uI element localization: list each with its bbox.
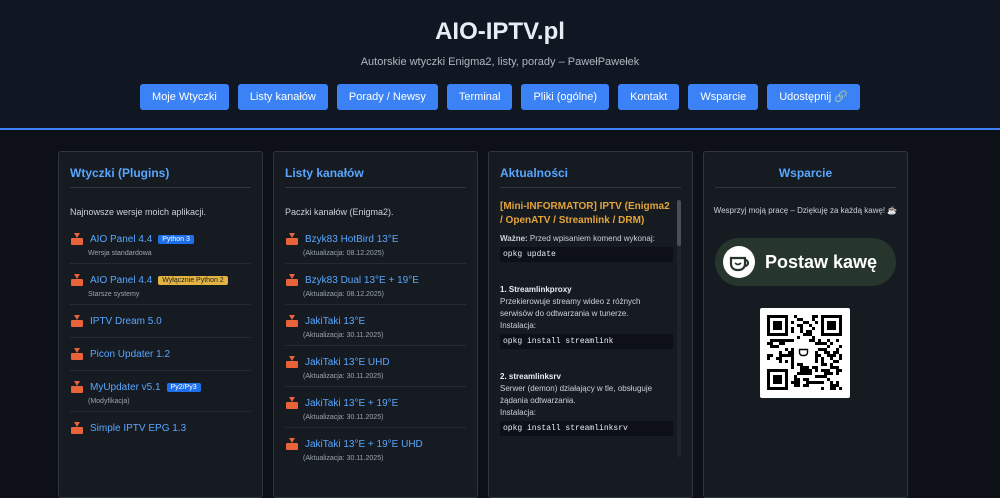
- list-item: JakiTaki 13°E + 19°E (Aktualizacja: 30.1…: [285, 395, 466, 428]
- news-card: Aktualności [Mini-INFORMATOR] IPTV (Enig…: [488, 151, 693, 498]
- news-section-title: 2. streamlinksrv: [500, 372, 561, 381]
- news-section-text: Serwer (demon) działający w tle, obsługu…: [500, 384, 653, 405]
- support-card: Wsparcie Wesprzyj moją pracę – Dziękuję …: [703, 151, 908, 498]
- channel-list-link[interactable]: JakiTaki 13°E: [305, 316, 365, 327]
- nav-terminal-button[interactable]: Terminal: [446, 84, 513, 110]
- plugins-list: AIO Panel 4.4 Python 3 Wersja standardow…: [70, 231, 251, 444]
- support-text: Wesprzyj moją pracę – Dziękuję za każdą …: [713, 206, 898, 215]
- news-scrollbar[interactable]: [677, 200, 681, 457]
- divider: [285, 187, 466, 188]
- important-label: Ważne:: [500, 234, 528, 243]
- nav-channel-lists-button[interactable]: Listy kanałów: [237, 84, 328, 110]
- nav-contact-button[interactable]: Kontakt: [618, 84, 680, 110]
- download-icon: [285, 397, 299, 409]
- list-item: Picon Updater 1.2: [70, 346, 251, 371]
- news-section-text: Przekierowuje streamy wideo z różnych se…: [500, 297, 641, 318]
- divider: [500, 187, 681, 188]
- list-item: Bzyk83 Dual 13°E + 19°E (Aktualizacja: 0…: [285, 272, 466, 305]
- item-subtitle: (Aktualizacja: 30.11.2025): [303, 332, 384, 339]
- plugin-link[interactable]: IPTV Dream 5.0: [90, 316, 162, 327]
- qr-code: [760, 308, 850, 398]
- news-headline: [Mini-INFORMATOR] IPTV (Enigma2 / OpenAT…: [500, 201, 670, 226]
- download-icon: [285, 315, 299, 327]
- channel-list-link[interactable]: JakiTaki 13°E + 19°E: [305, 398, 398, 409]
- plugin-link[interactable]: Simple IPTV EPG 1.3: [90, 423, 186, 434]
- list-item: IPTV Dream 5.0: [70, 313, 251, 338]
- channel-list-link[interactable]: Bzyk83 HotBird 13°E: [305, 234, 399, 245]
- item-subtitle: (Modyfikacja): [88, 398, 130, 405]
- list-item: JakiTaki 13°E (Aktualizacja: 30.11.2025): [285, 313, 466, 346]
- news-important: Ważne: Przed wpisaniem komend wykonaj:: [500, 233, 673, 245]
- list-item: JakiTaki 13°E + 19°E UHD (Aktualizacja: …: [285, 436, 466, 468]
- download-icon: [285, 274, 299, 286]
- download-icon: [70, 422, 84, 434]
- list-item: MyUpdater v5.1 Py2/Py3 (Modyfikacja): [70, 379, 251, 412]
- divider: [715, 187, 896, 188]
- plugin-link[interactable]: AIO Panel 4.4: [90, 234, 152, 245]
- plugins-intro: Najnowsze wersje moich aplikacji.: [70, 207, 207, 217]
- item-subtitle: Starsze systemy: [88, 291, 140, 298]
- item-subtitle: (Aktualizacja: 30.11.2025): [303, 414, 384, 421]
- plugin-link[interactable]: MyUpdater v5.1: [90, 382, 161, 393]
- nav-my-plugins-button[interactable]: Moje Wtyczki: [140, 84, 229, 110]
- list-item: AIO Panel 4.4 Wyłącznie Python 2 Starsze…: [70, 272, 251, 305]
- item-subtitle: (Aktualizacja: 08.12.2025): [303, 250, 384, 257]
- download-icon: [285, 233, 299, 245]
- code-block: opkg install streamlinksrv: [500, 421, 673, 436]
- download-icon: [70, 274, 84, 286]
- channels-card-title: Listy kanałów: [285, 166, 364, 180]
- important-text: Przed wpisaniem komend wykonaj:: [527, 234, 655, 243]
- channel-list-link[interactable]: JakiTaki 13°E UHD: [305, 357, 390, 368]
- channel-list-link[interactable]: Bzyk83 Dual 13°E + 19°E: [305, 275, 419, 286]
- support-card-title: Wsparcie: [778, 166, 833, 180]
- buy-coffee-label: Postaw kawę: [765, 251, 878, 272]
- site-title: AIO-IPTV.pl: [435, 18, 565, 45]
- download-icon: [70, 348, 84, 360]
- plugin-link[interactable]: Picon Updater 1.2: [90, 349, 170, 360]
- main-nav: Moje Wtyczki Listy kanałów Porady / News…: [0, 84, 1000, 110]
- site-subtitle: Autorskie wtyczki Enigma2, listy, porady…: [360, 56, 640, 68]
- nav-share-button[interactable]: Udostępnij 🔗: [767, 84, 860, 110]
- news-scroll-area[interactable]: [Mini-INFORMATOR] IPTV (Enigma2 / OpenAT…: [500, 200, 673, 487]
- coffee-cup-icon: [723, 246, 755, 278]
- item-subtitle: (Aktualizacja: 30.11.2025): [303, 455, 384, 462]
- code-block: opkg install streamlink: [500, 334, 673, 349]
- channels-list: Bzyk83 HotBird 13°E (Aktualizacja: 08.12…: [285, 231, 466, 476]
- channels-card: Listy kanałów Paczki kanałów (Enigma2). …: [273, 151, 478, 498]
- list-item: AIO Panel 4.4 Python 3 Wersja standardow…: [70, 231, 251, 264]
- buy-coffee-button[interactable]: Postaw kawę: [715, 238, 896, 286]
- divider: [70, 187, 251, 188]
- status-badge: Wyłącznie Python 2: [158, 275, 228, 285]
- site-header: AIO-IPTV.pl Autorskie wtyczki Enigma2, l…: [0, 0, 1000, 130]
- item-subtitle: Wersja standardowa: [88, 250, 152, 257]
- plugins-card: Wtyczki (Plugins) Najnowsze wersje moich…: [58, 151, 263, 498]
- scrollbar-thumb[interactable]: [677, 200, 681, 246]
- plugins-card-title: Wtyczki (Plugins): [70, 166, 170, 180]
- list-item: JakiTaki 13°E UHD (Aktualizacja: 30.11.2…: [285, 354, 466, 387]
- nav-support-button[interactable]: Wsparcie: [688, 84, 759, 110]
- download-icon: [70, 233, 84, 245]
- plugin-link[interactable]: AIO Panel 4.4: [90, 275, 152, 286]
- download-icon: [285, 438, 299, 450]
- install-label: Instalacja:: [500, 408, 537, 417]
- list-item: Simple IPTV EPG 1.3: [70, 420, 251, 436]
- download-icon: [285, 356, 299, 368]
- channel-list-link[interactable]: JakiTaki 13°E + 19°E UHD: [305, 439, 423, 450]
- nav-files-button[interactable]: Pliki (ogólne): [521, 84, 610, 110]
- item-subtitle: (Aktualizacja: 30.11.2025): [303, 373, 384, 380]
- status-badge: Python 3: [158, 234, 194, 244]
- list-item: Bzyk83 HotBird 13°E (Aktualizacja: 08.12…: [285, 231, 466, 264]
- download-icon: [70, 381, 84, 393]
- status-badge: Py2/Py3: [166, 382, 201, 392]
- news-section-title: 1. Streamlinkproxy: [500, 285, 572, 294]
- nav-tips-news-button[interactable]: Porady / Newsy: [336, 84, 438, 110]
- install-label: Instalacja:: [500, 321, 537, 330]
- news-card-title: Aktualności: [500, 166, 569, 180]
- code-block: opkg update: [500, 247, 673, 262]
- channels-intro: Paczki kanałów (Enigma2).: [285, 207, 394, 217]
- item-subtitle: (Aktualizacja: 08.12.2025): [303, 291, 384, 298]
- download-icon: [70, 315, 84, 327]
